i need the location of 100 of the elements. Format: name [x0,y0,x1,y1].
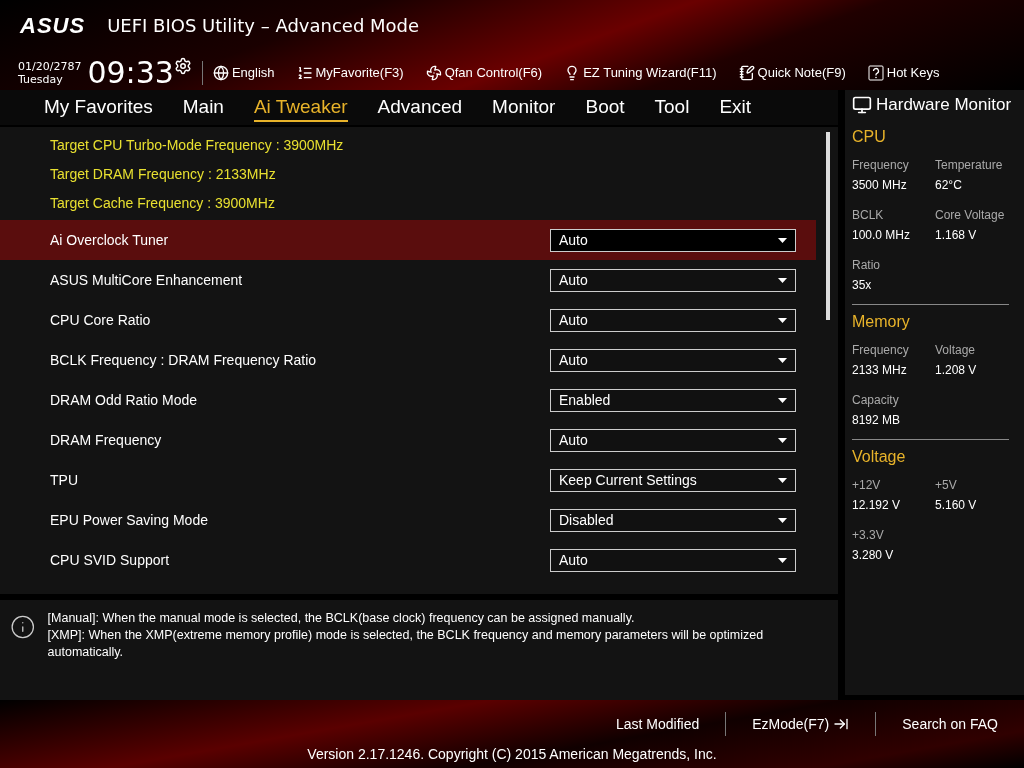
toolbar-button[interactable]: English [212,64,275,81]
setting-row[interactable]: BCLK Frequency : DRAM Frequency Ratio Auto [0,340,816,380]
caret-icon [778,317,787,323]
caret-icon [778,477,787,483]
settings-icon[interactable] [173,57,192,75]
setting-row[interactable]: CPU Core Ratio Auto [0,300,816,340]
dropdown[interactable]: Auto [550,228,796,252]
metric-value: 100.0 MHz [852,228,912,242]
setting-row[interactable]: CPU SVID Support Auto [0,540,816,580]
dropdown[interactable]: Auto [550,348,796,372]
section-title: CPU [852,128,887,146]
toolbar-button[interactable]: Hot Keys [867,64,940,81]
notepad-icon [738,64,755,81]
setting-label: BCLK Frequency : DRAM Frequency Ratio [50,352,317,368]
help-text: [XMP]: When the XMP(extreme memory profile) mode is selected, the BCLK frequency and memory parameters will be optimized automatically. [47,627,765,661]
scrollbar-thumb[interactable] [826,132,830,320]
frequency-info: Target DRAM Frequency : 2133MHz [49,165,277,184]
toolbar-button[interactable]: MyFavorite(F3) [296,64,404,81]
section-title: Memory [852,313,911,331]
caret-icon [778,437,787,443]
metric-label: Frequency [852,343,910,357]
setting-row[interactable]: DRAM Frequency Auto [0,420,816,460]
day-text: Tuesday [18,72,64,86]
metric-value: 2133 MHz [852,363,908,377]
dropdown[interactable]: Auto [550,548,796,572]
metric-value: 5.160 V [935,498,978,512]
setting-label: DRAM Frequency [50,432,162,448]
metric-label: Core Voltage [935,208,1006,222]
metric-value: 12.192 V [852,498,902,512]
menu-tab[interactable]: Tool [654,93,690,122]
clock-time: 09:33 [87,55,174,90]
caret-icon [778,357,787,363]
footer-button[interactable]: EzMode(F7) [736,716,866,732]
dropdown[interactable]: Auto [550,268,796,292]
metric-label: +5V [935,478,958,492]
metric-value: 1.168 V [935,228,978,242]
setting-row[interactable]: DRAM Odd Ratio Mode Enabled [0,380,816,420]
globe-icon [212,64,229,81]
metric-label: Frequency [852,158,910,172]
metric-value: 3500 MHz [852,178,908,192]
footer-button[interactable]: Last Modified [599,716,716,732]
menu-tab[interactable]: Boot [585,93,625,122]
setting-label: CPU Core Ratio [50,312,151,328]
footer-button[interactable]: Search on FAQ [886,716,1014,732]
metric-value: 62°C [935,178,963,192]
caret-icon [778,557,787,563]
setting-row[interactable]: EPU Power Saving Mode Disabled [0,500,816,540]
caret-icon [778,237,787,243]
menu-tab[interactable]: Ai Tweaker [253,93,348,122]
fan-icon [425,64,442,81]
dropdown[interactable]: Auto [550,428,796,452]
metric-label: +12V [852,478,882,492]
date-text: 01/20/2787 [18,59,82,73]
monitor-icon [852,95,872,115]
dropdown[interactable]: Keep Current Settings [550,468,796,492]
window-title: UEFI BIOS Utility – Advanced Mode [107,15,420,36]
metric-value: 1.208 V [935,363,978,377]
list-icon [296,64,313,81]
menu-tab[interactable]: Main [182,93,224,122]
menu-tab[interactable]: Exit [719,93,752,122]
exit-icon [833,716,850,732]
metric-label: Temperature [935,158,1004,172]
toolbar-button[interactable]: EZ Tuning Wizard(F11) [564,64,717,81]
menu-tab[interactable]: Monitor [492,93,556,122]
metric-label: BCLK [852,208,885,222]
frequency-info: Target CPU Turbo-Mode Frequency : 3900MHz [49,136,345,155]
caret-icon [778,517,787,523]
metric-label: Ratio [852,258,881,272]
metric-label: Voltage [935,343,977,357]
metric-value: 3.280 V [852,548,895,562]
caret-icon [778,397,787,403]
brand-logo: ASUS [20,12,86,39]
toolbar-button[interactable]: Qfan Control(F6) [425,64,543,81]
caret-icon [778,277,787,283]
help-text: [Manual]: When the manual mode is selected, the BCLK(base clock) frequency can be assigned manually. [47,610,636,627]
metric-value: 35x [852,278,873,292]
setting-label: EPU Power Saving Mode [50,512,208,528]
setting-label: CPU SVID Support [50,552,170,568]
copyright-text: Version 2.17.1246. Copyright (C) 2015 American Megatrends, Inc. [307,746,717,762]
setting-label: DRAM Odd Ratio Mode [50,392,198,408]
setting-label: Ai Overclock Tuner [50,232,169,248]
setting-row[interactable]: TPU Keep Current Settings [0,460,816,500]
setting-label: TPU [50,472,78,488]
metric-label: Capacity [852,393,900,407]
dropdown[interactable]: Disabled [550,508,796,532]
setting-label: ASUS MultiCore Enhancement [50,272,243,288]
dropdown[interactable]: Auto [550,308,796,332]
dropdown[interactable]: Enabled [550,388,796,412]
panel-title: Hardware Monitor [876,95,1012,115]
setting-row[interactable]: ASUS MultiCore Enhancement Auto [0,260,816,300]
frequency-info: Target Cache Frequency : 3900MHz [49,194,276,213]
metric-value: 8192 MB [852,413,902,427]
help-icon [867,64,884,81]
info-icon [10,614,36,640]
metric-label: +3.3V [852,528,885,542]
menu-tab[interactable]: My Favorites [44,93,153,122]
toolbar-button[interactable]: Quick Note(F9) [738,64,846,81]
menu-tab[interactable]: Advanced [377,93,463,122]
section-title: Voltage [852,448,907,466]
setting-row[interactable]: Ai Overclock Tuner Auto [0,220,816,260]
